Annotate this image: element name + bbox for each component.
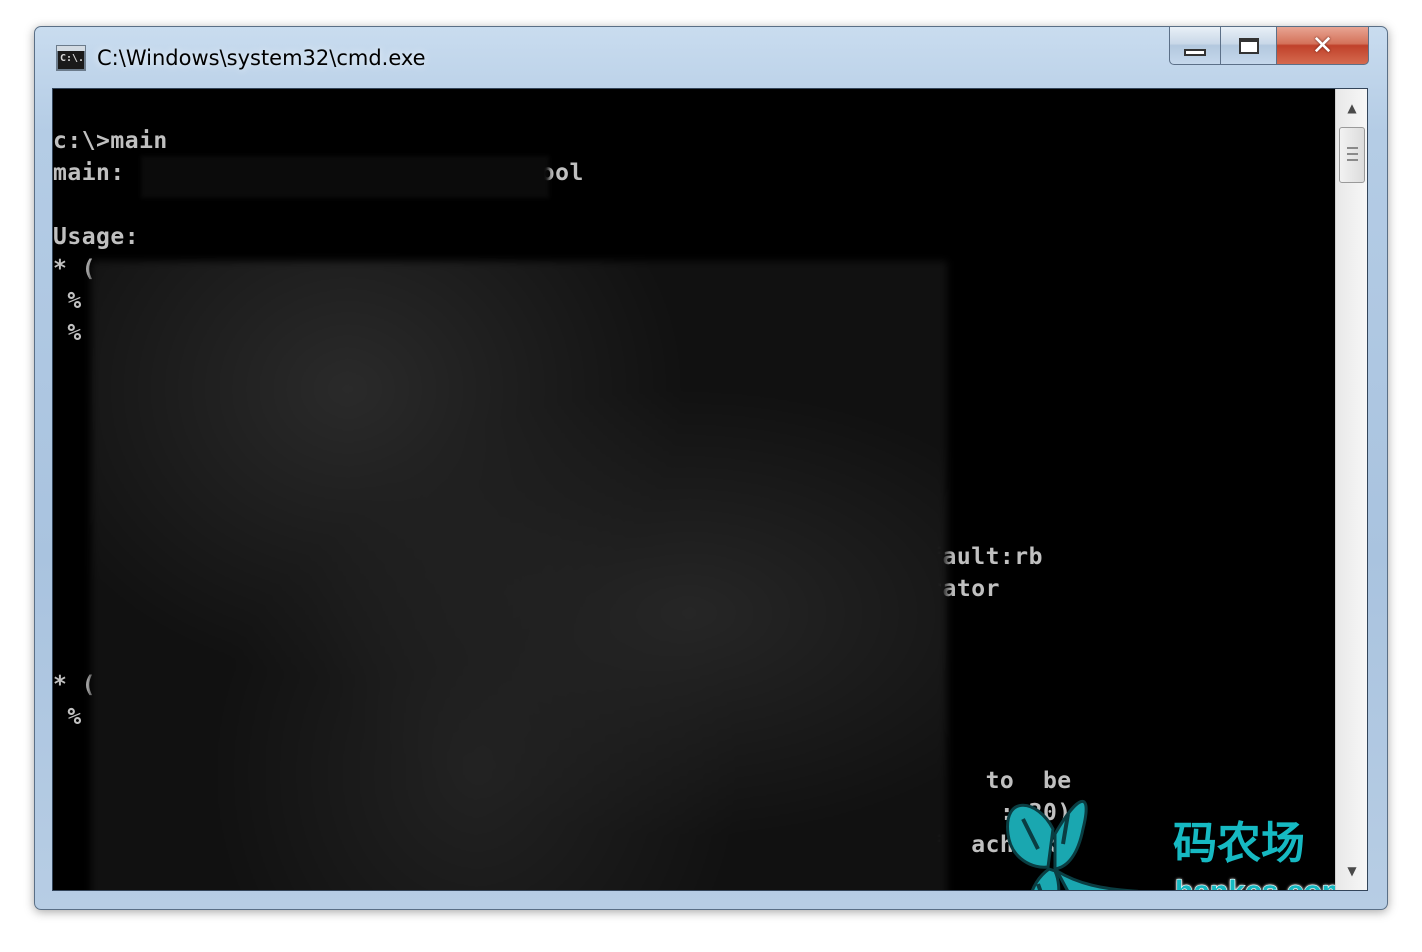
vertical-scrollbar[interactable]: ▲ ▼ [1335,89,1367,890]
window-title: C:\Windows\system32\cmd.exe [97,46,426,70]
butterfly-logo-icon [1006,799,1139,890]
thumb-grip [1347,147,1358,149]
console-output[interactable]: c:\>mainmain: g toolUsage:* ( % % on ids [52,88,1368,891]
cmd-window: C:\. C:\Windows\system32\cmd.exe ✕ c:\>m… [34,26,1388,910]
cmd-app-icon[interactable]: C:\. [56,45,86,71]
scroll-down-icon[interactable]: ▼ [1336,854,1367,888]
close-button[interactable]: ✕ [1277,27,1369,65]
watermark-cn-text: 码农场 [1173,818,1305,869]
window-controls: ✕ [1169,27,1369,65]
watermark-site-text: hankcs.com [1174,875,1348,891]
close-icon: ✕ [1311,30,1334,61]
title-bar[interactable]: C:\. C:\Windows\system32\cmd.exe ✕ [35,27,1387,87]
minimize-button[interactable] [1169,27,1221,65]
minimize-icon [1184,49,1206,56]
thumb-grip [1347,159,1358,161]
maximize-icon [1238,37,1259,54]
redacted-region [141,156,549,198]
thumb-grip [1347,153,1358,155]
redacted-region [91,261,947,890]
watermark: 码农场 hankcs.com [983,789,1349,890]
scroll-up-icon[interactable]: ▲ [1336,91,1367,125]
scroll-thumb[interactable] [1339,127,1365,183]
console-line: c:\>main [53,128,168,154]
console-line: Usage: [53,224,140,250]
maximize-button[interactable] [1221,27,1277,65]
